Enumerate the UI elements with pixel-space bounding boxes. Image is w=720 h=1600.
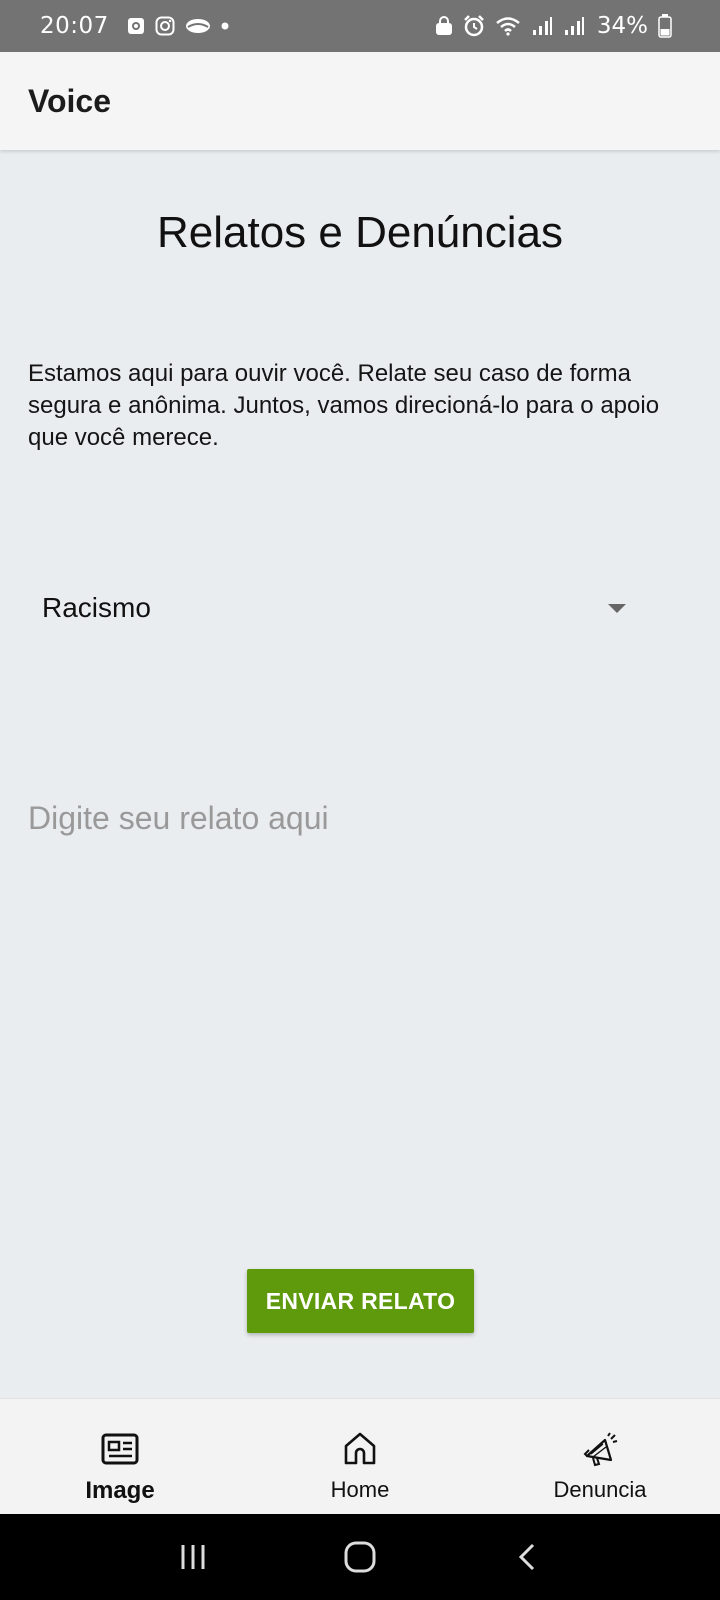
instagram-icon <box>155 16 175 36</box>
nav-label-image: Image <box>85 1477 155 1504</box>
status-left: 20:07 <box>40 13 229 39</box>
battery-icon <box>658 14 672 38</box>
intro-text: Estamos aqui para ouvir você. Relate seu… <box>28 360 660 451</box>
nav-label-home: Home <box>330 1477 390 1502</box>
status-time: 20:07 <box>40 13 109 39</box>
nav-item-home[interactable]: Home <box>240 1399 480 1515</box>
category-selected-value: Racismo <box>42 592 151 623</box>
wifi-icon <box>495 16 521 36</box>
notification-app-icon <box>127 17 145 35</box>
submit-report-button[interactable]: ENVIAR RELATO <box>247 1269 474 1333</box>
nav-item-denuncia[interactable]: Denuncia <box>480 1399 720 1515</box>
report-input[interactable] <box>28 800 692 1220</box>
cloud-icon <box>185 17 211 35</box>
dropdown-arrow-icon <box>608 603 626 613</box>
back-icon[interactable] <box>497 1532 557 1582</box>
battery-percent: 34% <box>596 13 648 39</box>
app-bar: Voice <box>0 52 720 150</box>
dot-icon <box>221 22 229 30</box>
category-dropdown[interactable]: Racismo <box>28 572 638 644</box>
alarm-icon <box>463 15 485 37</box>
lock-icon <box>435 16 453 36</box>
nav-label-denuncia: Denuncia <box>553 1477 647 1502</box>
megaphone-icon <box>580 1429 620 1469</box>
newspaper-icon <box>100 1429 140 1469</box>
page-title: Relatos e Denúncias <box>156 208 563 257</box>
app-title: Voice <box>28 82 111 119</box>
nav-item-image[interactable]: Image <box>0 1399 240 1515</box>
status-bar: 20:07 34% <box>0 0 720 52</box>
bottom-nav: Image Home Denuncia <box>0 1398 720 1514</box>
home-icon[interactable] <box>330 1532 390 1582</box>
recent-apps-icon[interactable] <box>163 1532 223 1582</box>
home-icon <box>340 1429 380 1469</box>
signal-icon <box>563 16 585 36</box>
status-right: 34% <box>435 13 672 39</box>
signal-icon <box>531 16 553 36</box>
system-nav-bar <box>0 1514 720 1600</box>
